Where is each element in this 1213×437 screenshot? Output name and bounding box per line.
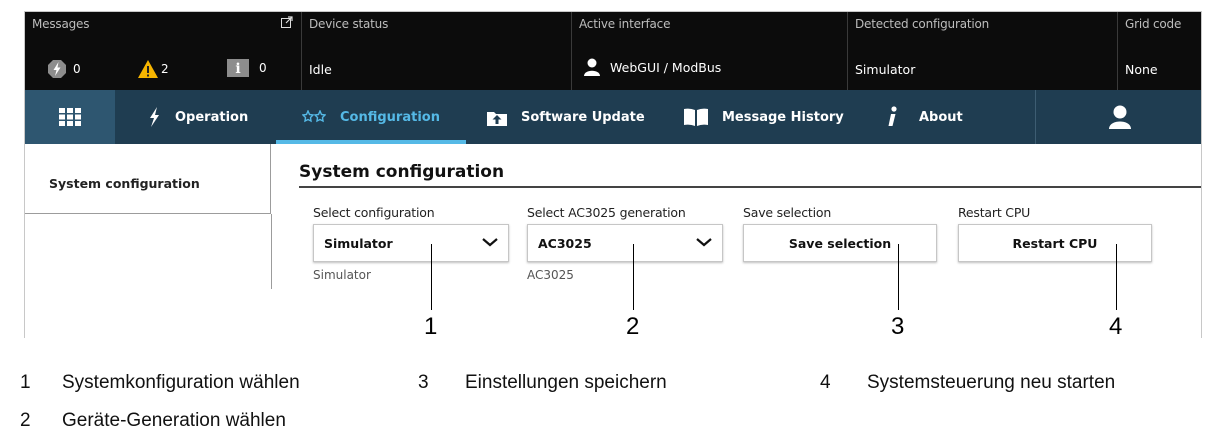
tab-operation[interactable]: Operation (147, 90, 248, 144)
main-nav: Operation Configuration Software Update (25, 90, 1201, 144)
active-interface-panel: Active interface WebGUI / ModBus (571, 12, 847, 90)
svg-text:i: i (235, 61, 240, 77)
save-selection-label: Save selection (743, 205, 832, 220)
bolt-error-icon (48, 60, 66, 78)
warning-icon (138, 60, 158, 78)
chevron-down-icon (482, 238, 498, 247)
grid-code-value: None (1125, 62, 1158, 77)
tab-about[interactable]: About (887, 90, 963, 144)
callout-line-4 (1116, 244, 1117, 310)
grid-icon (59, 108, 81, 126)
active-interface-value: WebGUI / ModBus (610, 59, 722, 75)
user-icon (584, 58, 600, 76)
select-generation-dropdown[interactable]: AC3025 (527, 224, 723, 262)
select-generation-current: AC3025 (527, 268, 574, 282)
select-configuration-dropdown[interactable]: Simulator (313, 224, 509, 262)
callout-number-4: 4 (1109, 313, 1123, 340)
error-count[interactable]: 0 (47, 59, 81, 79)
status-bar: Messages 0 2 i 0 Device status Idle Acti… (25, 12, 1201, 90)
restart-cpu-button[interactable]: Restart CPU (958, 224, 1152, 262)
callout-number-2: 2 (626, 313, 640, 340)
legend-number-3: 3 (418, 372, 429, 393)
page-title: System configuration (299, 162, 505, 182)
device-status-value: Idle (309, 62, 332, 77)
info-count[interactable]: i 0 (227, 59, 267, 77)
active-interface-title: Active interface (579, 17, 671, 31)
apps-grid-button[interactable] (25, 90, 115, 144)
select-generation-label: Select AC3025 generation (527, 205, 686, 220)
select-configuration-label: Select configuration (313, 205, 435, 220)
device-status-title: Device status (309, 17, 389, 31)
detected-configuration-title: Detected configuration (855, 17, 990, 31)
configuration-icon (302, 110, 326, 123)
sidebar-item-system-configuration[interactable]: System configuration (25, 144, 271, 214)
tab-message-history[interactable]: Message History (684, 90, 844, 144)
messages-panel: Messages 0 2 i 0 (25, 12, 301, 90)
legend-text-4: Systemsteuerung neu starten (867, 372, 1116, 393)
callout-line-2 (633, 244, 634, 310)
callout-number-3: 3 (891, 313, 905, 340)
legend-text-1: Systemkonfiguration wählen (62, 372, 300, 393)
upload-icon (487, 112, 507, 126)
open-external-icon[interactable] (281, 16, 293, 28)
callout-line-1 (431, 244, 432, 310)
grid-code-panel: Grid code None (1117, 12, 1201, 90)
legend-number-4: 4 (820, 372, 831, 393)
warning-count[interactable]: 2 (137, 59, 169, 79)
user-icon (1108, 105, 1131, 129)
sidebar-divider (271, 214, 272, 289)
messages-title: Messages (32, 17, 90, 31)
save-selection-button[interactable]: Save selection (743, 224, 937, 262)
legend-number-2: 2 (20, 410, 31, 431)
info-icon: i (227, 59, 249, 77)
chevron-down-icon (696, 238, 712, 247)
info-italic-icon (888, 106, 897, 126)
app-frame: Messages 0 2 i 0 Device status Idle Acti… (24, 11, 1202, 338)
device-status-panel: Device status Idle (301, 12, 571, 90)
legend-number-1: 1 (20, 372, 31, 393)
bolt-icon (150, 107, 159, 127)
legend-text-2: Geräte-Generation wählen (62, 410, 286, 431)
title-divider (299, 186, 1201, 188)
callout-line-3 (898, 244, 899, 310)
grid-code-title: Grid code (1125, 17, 1182, 31)
detected-configuration-value: Simulator (855, 62, 916, 77)
restart-cpu-label: Restart CPU (958, 205, 1031, 220)
book-icon (684, 108, 708, 126)
callout-number-1: 1 (424, 313, 438, 340)
user-menu-button[interactable] (1035, 90, 1201, 144)
select-configuration-current: Simulator (313, 268, 371, 282)
legend-text-3: Einstellungen speichern (465, 372, 667, 393)
detected-configuration-panel: Detected configuration Simulator (847, 12, 1117, 90)
tab-software-update[interactable]: Software Update (487, 90, 645, 144)
tab-configuration[interactable]: Configuration (276, 90, 466, 144)
